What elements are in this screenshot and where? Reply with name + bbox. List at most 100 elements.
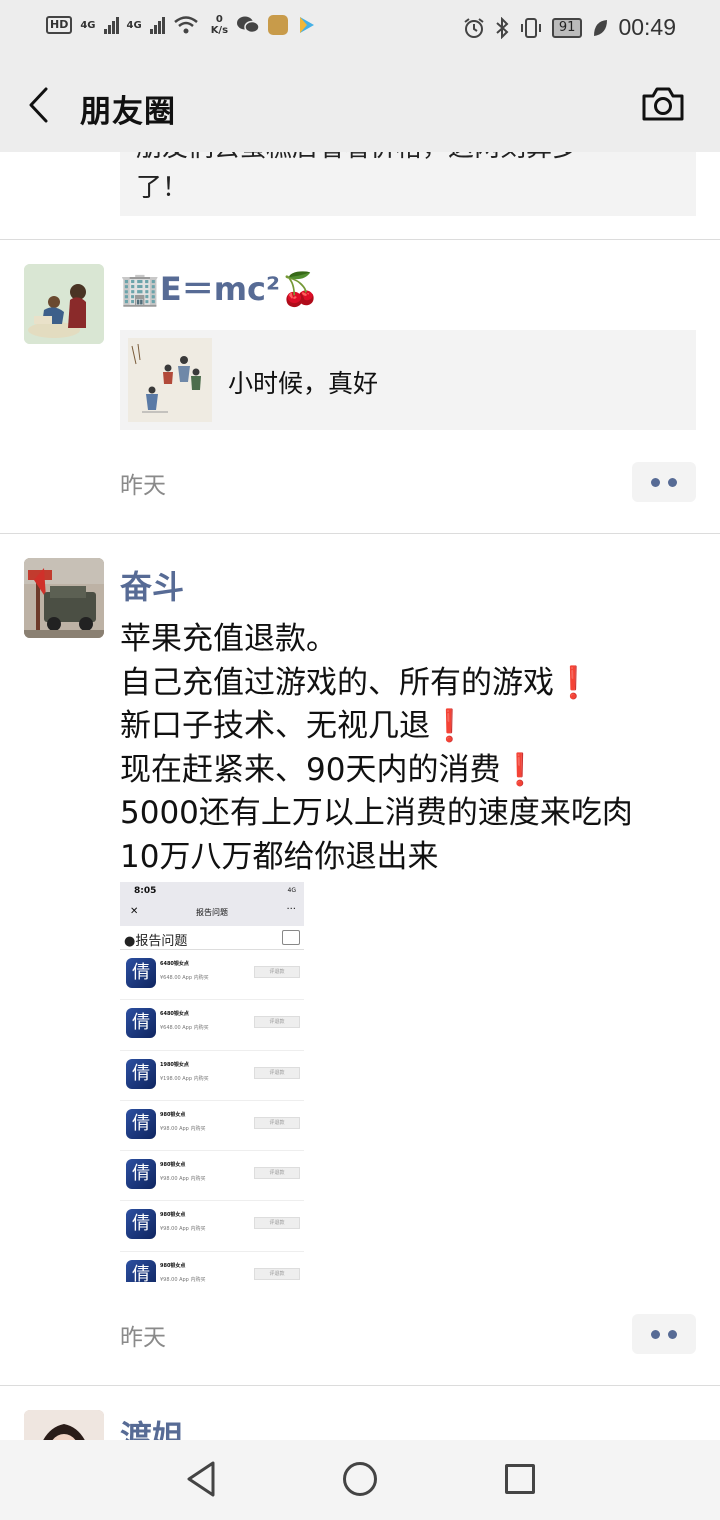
image-item-price: ¥198.00 App 内购买 xyxy=(160,1075,209,1082)
post-text-line: 10万八万都给你退出来 xyxy=(120,838,439,875)
image-status-time: 8:05 xyxy=(134,886,157,896)
battery-level: 91 xyxy=(551,17,583,38)
image-refund-button: 评退款 xyxy=(254,966,300,978)
alarm-icon xyxy=(464,17,484,38)
camera-icon[interactable] xyxy=(640,84,686,124)
leaf-icon xyxy=(594,19,608,36)
bluetooth-icon xyxy=(496,16,509,39)
avatar-image xyxy=(24,558,104,638)
post-text-line: 自己充值过游戏的、所有的游戏❗ xyxy=(120,664,593,701)
post-image[interactable]: 8:05 4G ✕ 报告问题 ··· ●报告问题 倩 6480银女点 ¥648.00… xyxy=(120,882,304,1282)
image-item-name: 6480银女点 xyxy=(160,961,189,967)
top-bar: 朋友圈 xyxy=(0,58,720,152)
image-purchase-row: 倩 980银女点 ¥98.00 App 内购买 评退款 xyxy=(120,1201,304,1252)
post-time: 昨天 xyxy=(120,473,166,499)
avatar[interactable] xyxy=(24,1410,104,1440)
image-purchase-row: 倩 6480银女点 ¥648.00 App 内购买 评退款 xyxy=(120,950,304,1001)
link-thumbnail xyxy=(128,338,212,422)
avatar[interactable] xyxy=(24,264,104,344)
nav-recents-icon[interactable] xyxy=(505,1464,535,1494)
image-app-icon: 倩 xyxy=(126,1159,156,1190)
avatar[interactable] xyxy=(24,558,104,638)
image-refund-button: 评退款 xyxy=(254,1116,300,1129)
image-purchase-row: 倩 1980银女点 ¥198.00 App 内购买 评退款 xyxy=(120,1051,304,1101)
vibrate-icon xyxy=(520,17,541,38)
image-signal: 4G xyxy=(287,887,296,894)
image-app-icon: 倩 xyxy=(126,1209,156,1240)
image-more-icon: ··· xyxy=(286,904,296,915)
hd-badge: HD xyxy=(46,16,73,34)
back-arrow-icon[interactable] xyxy=(26,86,52,124)
shared-link-card[interactable]: 小时候，真好 xyxy=(120,330,696,430)
post-divider xyxy=(0,1385,720,1386)
post-text-line: 现在赶紧来、90天内的消费❗ xyxy=(120,751,540,788)
image-brand-label: ●报告问题 xyxy=(124,934,188,949)
avatar-image xyxy=(24,1410,104,1440)
moments-feed[interactable]: 朋友们去蛋糕店看看价格，这两刻算多 了！ 🏢E＝mc²🍒 xyxy=(0,152,720,1440)
image-item-name: 980银女点 xyxy=(160,1262,186,1269)
image-app-icon: 倩 xyxy=(126,1108,156,1139)
image-app-icon: 倩 xyxy=(126,1058,156,1089)
image-refund-button: 评退款 xyxy=(254,1016,300,1029)
post-text-line: 5000还有上万以上消费的速度来吃肉 xyxy=(120,795,633,831)
nav-home-icon[interactable] xyxy=(343,1462,377,1496)
image-item-price: ¥98.00 App 内购买 xyxy=(160,1176,206,1183)
nickname[interactable]: 🏢E＝mc²🍒 xyxy=(120,264,320,310)
net-speed: 0 K/s xyxy=(210,14,229,36)
image-item-name: 980银女点 xyxy=(160,1162,186,1169)
image-app-icon: 倩 xyxy=(126,958,156,988)
nav-back-icon[interactable] xyxy=(184,1460,218,1498)
comment-like-button[interactable] xyxy=(632,462,696,502)
image-navbar: 8:05 4G ✕ 报告问题 ··· xyxy=(120,882,304,926)
image-refund-button: 评退款 xyxy=(254,1167,300,1180)
comment-like-button[interactable] xyxy=(632,1314,696,1354)
wifi-icon xyxy=(173,16,198,34)
clock: 00:49 xyxy=(618,14,676,40)
post-text-line: 新口子技术、无视几退❗ xyxy=(120,708,469,744)
image-menu-icon xyxy=(282,930,300,945)
image-purchase-list: 倩 6480银女点 ¥648.00 App 内购买 评退款倩 6480银女点 ¥648.0… xyxy=(120,950,304,1282)
image-item-price: ¥648.00 App 内购买 xyxy=(160,975,209,981)
quote-line: 朋友们去蛋糕店看看价格，这两刻算多 xyxy=(136,152,676,168)
image-item-price: ¥98.00 App 内购买 xyxy=(160,1226,206,1233)
quoted-text-card[interactable]: 朋友们去蛋糕店看看价格，这两刻算多 了！ xyxy=(120,152,696,216)
post-time: 昨天 xyxy=(120,1325,166,1351)
post-divider xyxy=(0,239,720,240)
image-refund-button: 评退款 xyxy=(254,1267,300,1280)
image-purchase-row: 倩 980银女点 ¥98.00 App 内购买 评退款 xyxy=(120,1101,304,1152)
image-app-icon: 倩 xyxy=(126,1259,156,1282)
network-type: 4G xyxy=(80,19,96,31)
wechat-icon xyxy=(237,16,260,34)
image-app-icon: 倩 xyxy=(126,1008,156,1039)
image-refund-button: 评退款 xyxy=(254,1217,300,1230)
nickname[interactable]: 渡姐 xyxy=(120,1412,184,1440)
image-item-name: 980银女点 xyxy=(160,1111,186,1118)
image-item-price: ¥648.00 App 内购买 xyxy=(160,1025,209,1032)
avatar-image xyxy=(24,264,104,344)
image-item-name: 980银女点 xyxy=(160,1212,186,1219)
signal-icon-2 xyxy=(149,16,165,34)
post-text-line: 苹果充值退款。 xyxy=(120,621,337,657)
page-title: 朋友圈 xyxy=(80,94,176,130)
post-divider xyxy=(0,533,720,534)
link-title: 小时候，真好 xyxy=(228,369,379,398)
image-item-price: ¥98.00 App 内购买 xyxy=(160,1276,206,1282)
image-purchase-row: 倩 980银女点 ¥98.00 App 内购买 评退款 xyxy=(120,1252,304,1282)
status-bar: HD 4G 4G 0 K/s 91 00:49 xyxy=(0,0,720,58)
image-item-price: ¥98.00 App 内购买 xyxy=(160,1125,206,1132)
app-notification-icon xyxy=(268,15,289,35)
image-refund-button: 评退款 xyxy=(254,1066,300,1079)
signal-icon xyxy=(103,16,119,34)
image-item-name: 6480银女点 xyxy=(160,1011,189,1018)
post-text: 苹果充值退款。 自己充值过游戏的、所有的游戏❗ 新口子技术、无视几退❗ 现在赶紧… xyxy=(120,618,700,879)
image-item-name: 1980银女点 xyxy=(160,1061,189,1068)
network-type-2: 4G xyxy=(126,19,142,31)
image-title: 报告问题 xyxy=(196,908,228,917)
image-purchase-row: 倩 980银女点 ¥98.00 App 内购买 评退款 xyxy=(120,1151,304,1202)
image-brand-bar: ●报告问题 xyxy=(120,926,304,950)
image-purchase-row: 倩 6480银女点 ¥648.00 App 内购买 评退款 xyxy=(120,1000,304,1051)
nickname[interactable]: 奋斗 xyxy=(120,562,184,608)
quote-line: 了！ xyxy=(136,173,189,203)
thumbnail-illustration xyxy=(128,338,212,422)
system-navigation-bar xyxy=(0,1440,720,1520)
